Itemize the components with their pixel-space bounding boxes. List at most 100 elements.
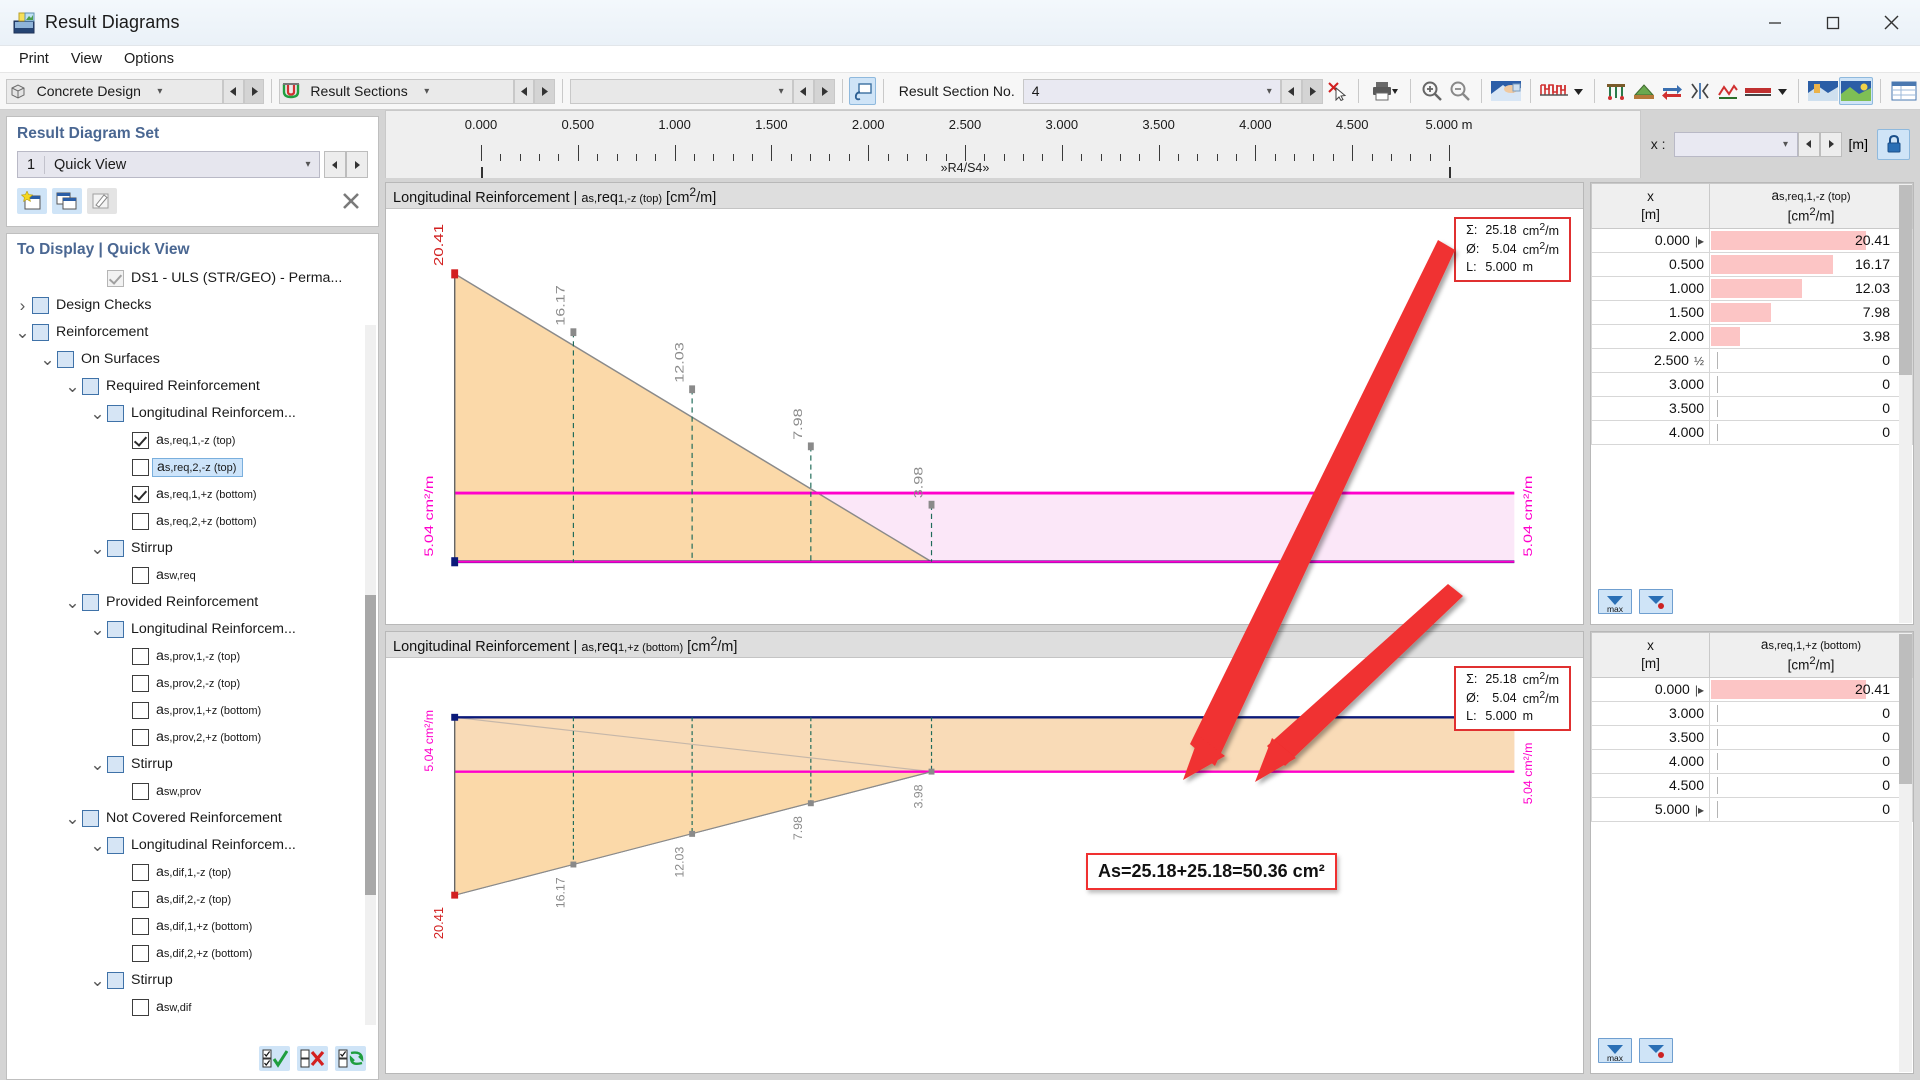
filter-icon[interactable] <box>1639 1038 1673 1063</box>
chevron-down-icon[interactable]: ▾ <box>149 86 171 97</box>
tree-checkbox[interactable] <box>132 675 149 692</box>
chevron-down-icon[interactable]: ⌄ <box>63 810 82 827</box>
table-row[interactable]: 0.500 16.17 <box>1591 251 1913 277</box>
solids-view-button[interactable] <box>1839 77 1874 105</box>
zoom-out-button[interactable] <box>1446 77 1474 105</box>
secondary-combo[interactable]: ▾ <box>570 78 794 104</box>
tree-item[interactable]: asw,prov <box>7 778 378 805</box>
tree-item[interactable]: as,dif,2,+z (bottom) <box>7 940 378 967</box>
result-sections-combo[interactable]: Result Sections ▾ <box>279 78 514 104</box>
tree-checkbox[interactable] <box>132 945 149 962</box>
result-diagram-set-combo[interactable]: 1 Quick View ▾ <box>17 151 320 178</box>
tree-item[interactable]: as,dif,1,-z (top) <box>7 859 378 886</box>
tree-checkbox[interactable] <box>132 648 149 665</box>
chevron-down-icon[interactable]: ⌄ <box>88 837 107 854</box>
secondary-next-button[interactable] <box>813 78 835 104</box>
tree-checkbox[interactable] <box>107 972 124 989</box>
tree-checkbox[interactable] <box>132 891 149 908</box>
chevron-down-icon[interactable]: ▾ <box>1775 139 1797 150</box>
maximize-button[interactable] <box>1804 0 1862 46</box>
tree-item[interactable]: asw,req <box>7 562 378 589</box>
tree-scrollbar-thumb[interactable] <box>365 595 376 895</box>
thickness-dropdown[interactable] <box>1774 77 1791 105</box>
tree-item[interactable]: ⌄ Not Covered Reinforcement <box>7 805 378 832</box>
tree-item[interactable]: ⌄ On Surfaces <box>7 346 378 373</box>
tree-checkbox[interactable] <box>132 513 149 530</box>
tree-checkbox[interactable] <box>107 540 124 557</box>
tree-checkbox[interactable] <box>132 918 149 935</box>
section-no-prev-button[interactable] <box>1281 78 1303 104</box>
chevron-down-icon[interactable]: ⌄ <box>88 540 107 557</box>
tree-item[interactable]: as,req,2,-z (top) <box>7 454 378 481</box>
exchange-button[interactable] <box>1658 77 1686 105</box>
table-row[interactable]: 4.500 0 <box>1591 772 1913 798</box>
lock-icon[interactable] <box>1877 128 1910 160</box>
tree-checkbox[interactable] <box>132 783 149 800</box>
tree-checkbox[interactable] <box>82 594 99 611</box>
close-button[interactable] <box>1862 0 1920 46</box>
menu-view[interactable]: View <box>60 48 113 70</box>
tree-item[interactable]: ⌄ Reinforcement <box>7 319 378 346</box>
tree-checkbox[interactable] <box>132 432 149 449</box>
tree-checkbox[interactable] <box>132 999 149 1016</box>
design-prev-button[interactable] <box>223 78 244 104</box>
chevron-down-icon[interactable]: ⌄ <box>63 594 82 611</box>
tree-item[interactable]: ⌄ Required Reinforcement <box>7 373 378 400</box>
chevron-down-icon[interactable]: ⌄ <box>88 405 107 422</box>
new-set-icon[interactable] <box>17 188 47 214</box>
chevron-down-icon[interactable]: ▾ <box>770 86 792 97</box>
sections-prev-button[interactable] <box>513 78 535 104</box>
tree-item[interactable]: as,prov,1,-z (top) <box>7 643 378 670</box>
copy-set-icon[interactable] <box>52 188 82 214</box>
edit-set-icon[interactable] <box>87 188 117 214</box>
render-view-button[interactable] <box>1489 77 1523 105</box>
chevron-down-icon[interactable]: ⌄ <box>88 621 107 638</box>
table-row[interactable]: 3.000 0 <box>1591 371 1913 397</box>
tree-checkbox[interactable] <box>82 378 99 395</box>
sections-next-button[interactable] <box>534 78 556 104</box>
diagram-bottom-canvas[interactable]: 20.41 16.17 12.03 7.98 3.98 5.04 cm²/m 5… <box>386 658 1583 1073</box>
tree-checkbox[interactable] <box>132 729 149 746</box>
tree-checkbox[interactable] <box>132 459 149 476</box>
close-panel-icon[interactable] <box>334 186 368 216</box>
tree-item[interactable]: as,req,1,+z (bottom) <box>7 481 378 508</box>
select-all-icon[interactable] <box>259 1045 290 1071</box>
tree-checkbox[interactable] <box>107 405 124 422</box>
tree-checkbox[interactable] <box>82 810 99 827</box>
diagram-top-canvas[interactable]: 20.41 16.17 12.03 7.98 3.98 5.04 cm²/m 5… <box>386 209 1583 624</box>
chevron-down-icon[interactable]: ⌄ <box>38 351 57 368</box>
table-row[interactable]: 3.000 0 <box>1591 700 1913 726</box>
tree-checkbox[interactable] <box>57 351 74 368</box>
table-view-button[interactable] <box>1888 77 1920 105</box>
members-view-button[interactable] <box>1806 77 1840 105</box>
tree-item[interactable]: as,dif,1,+z (bottom) <box>7 913 378 940</box>
display-tree[interactable]: DS1 - ULS (STR/GEO) - Perma... › Design Ch… <box>7 265 378 1037</box>
table-row[interactable]: 0.000 |▸ 20.41 <box>1591 227 1913 253</box>
tree-checkbox[interactable] <box>107 837 124 854</box>
chevron-down-icon[interactable]: ⌄ <box>88 972 107 989</box>
set-prev-button[interactable] <box>324 151 346 178</box>
x-prev-button[interactable] <box>1797 131 1820 157</box>
chevron-right-icon[interactable]: › <box>13 296 32 316</box>
table-row[interactable]: 4.000 0 <box>1591 748 1913 774</box>
set-next-button[interactable] <box>346 151 368 178</box>
tree-item[interactable]: ⌄ Stirrup <box>7 535 378 562</box>
design-next-button[interactable] <box>243 78 265 104</box>
chevron-down-icon[interactable]: ▾ <box>1258 86 1280 97</box>
x-value-combo[interactable]: ▾ <box>1673 131 1798 157</box>
tree-item[interactable]: as,prov,1,+z (bottom) <box>7 697 378 724</box>
delete-selection-button[interactable] <box>1323 77 1351 105</box>
horizontal-ruler[interactable]: 0.000 0.500 1.000 1.500 2.000 2.500 3.000 3.500… <box>385 110 1641 178</box>
diagram-style-button[interactable] <box>1538 77 1570 105</box>
diagram-style-dropdown[interactable] <box>1570 77 1587 105</box>
max-filter-icon[interactable]: max <box>1598 589 1632 614</box>
deselect-all-icon[interactable] <box>297 1045 328 1071</box>
table-scrollbar-thumb[interactable] <box>1899 634 1912 784</box>
table-row[interactable]: 5.000 |▸ 0 <box>1591 796 1913 822</box>
filter-icon[interactable] <box>1639 589 1673 614</box>
tree-item[interactable]: DS1 - ULS (STR/GEO) - Perma... <box>7 265 378 292</box>
table-row[interactable]: 3.500 0 <box>1591 395 1913 421</box>
tree-item[interactable]: ⌄ Stirrup <box>7 967 378 994</box>
chevron-down-icon[interactable]: ▾ <box>416 86 438 97</box>
surface-results-button[interactable] <box>1630 77 1658 105</box>
